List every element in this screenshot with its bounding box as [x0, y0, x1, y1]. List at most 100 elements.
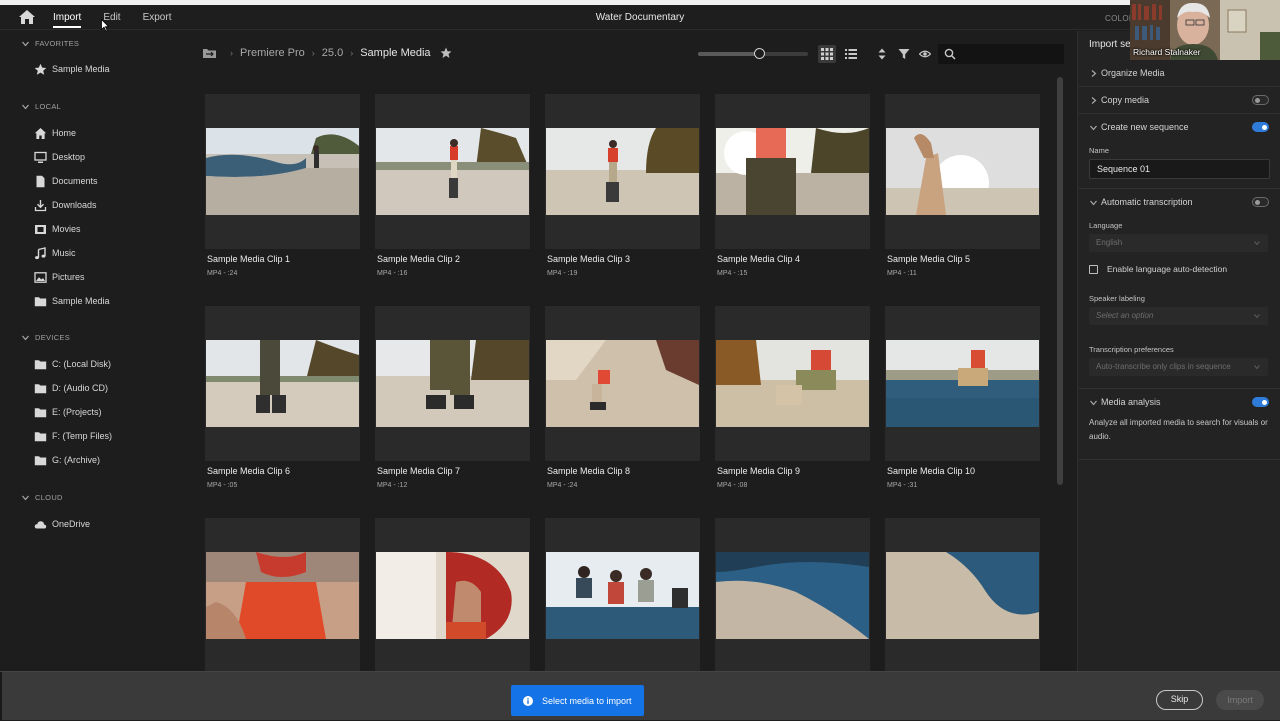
- clip-card[interactable]: [375, 94, 530, 249]
- clip-thumbnail: [206, 340, 359, 427]
- slider-fill: [698, 52, 759, 56]
- clip-card[interactable]: [885, 518, 1040, 671]
- sidebar-item-local-2[interactable]: Documents: [34, 172, 98, 190]
- grid-scrollbar[interactable]: [1057, 77, 1063, 485]
- image-icon: [34, 271, 47, 283]
- clip-thumbnail: [376, 552, 529, 639]
- clip-name: Sample Media Clip 9: [717, 466, 801, 476]
- folder-icon: [34, 455, 47, 465]
- copy-media-toggle[interactable]: [1252, 95, 1269, 105]
- breadcrumb-item[interactable]: 25.0: [322, 47, 343, 59]
- sidebar-item-devices-2[interactable]: E: (Projects): [34, 403, 102, 421]
- star-icon: [34, 63, 47, 75]
- organize-media-row[interactable]: Organize Media: [1078, 61, 1280, 87]
- sidebar-item-local-0[interactable]: Home: [34, 124, 76, 142]
- section-label: DEVICES: [35, 333, 71, 342]
- clip-card[interactable]: [545, 94, 700, 249]
- filter-icon[interactable]: [895, 45, 913, 63]
- sort-icon[interactable]: [873, 45, 891, 63]
- clip-card[interactable]: [715, 94, 870, 249]
- search-input[interactable]: [960, 46, 1060, 62]
- clip-card[interactable]: [375, 518, 530, 671]
- clip-card[interactable]: [205, 94, 360, 249]
- chevron-right-icon: [1091, 97, 1097, 104]
- clip-meta: MP4 - :12: [377, 482, 408, 489]
- breadcrumb-current: Sample Media: [360, 47, 431, 59]
- auto-transcription-toggle[interactable]: [1252, 197, 1269, 207]
- section-label: LOCAL: [35, 102, 62, 111]
- auto-detect-checkbox[interactable]: Enable language auto-detection: [1089, 264, 1227, 274]
- sidebar-item-favorites-0[interactable]: Sample Media: [34, 60, 110, 78]
- devices-header[interactable]: DEVICES: [22, 333, 70, 342]
- clip-card[interactable]: [885, 94, 1040, 249]
- folder-icon[interactable]: [202, 47, 217, 59]
- sidebar-item-local-7[interactable]: Sample Media: [34, 292, 110, 310]
- sidebar-item-label: D: (Audio CD): [52, 383, 109, 393]
- chevron-down-icon[interactable]: [22, 103, 29, 110]
- chevron-down-icon[interactable]: [1090, 199, 1097, 206]
- clip-name: Sample Media Clip 5: [887, 254, 971, 264]
- favorites-header[interactable]: FAVORITES: [22, 39, 79, 48]
- clip-name: Sample Media Clip 6: [207, 466, 291, 476]
- thumbnail-size-slider[interactable]: [698, 48, 808, 59]
- home-icon[interactable]: [18, 9, 36, 25]
- chevron-right-icon: ›: [311, 48, 315, 58]
- sidebar-item-devices-3[interactable]: F: (Temp Files): [34, 427, 112, 445]
- sidebar-item-local-4[interactable]: Movies: [34, 220, 81, 238]
- clip-card[interactable]: [545, 306, 700, 461]
- import-button[interactable]: Import: [1216, 690, 1264, 710]
- clip-card[interactable]: [375, 306, 530, 461]
- clip-meta: MP4 - :11: [887, 270, 917, 277]
- sidebar-item-local-5[interactable]: Music: [34, 244, 76, 262]
- auto-detect-label: Enable language auto-detection: [1107, 264, 1228, 274]
- breadcrumb-item[interactable]: Premiere Pro: [240, 47, 305, 59]
- sidebar-item-cloud-0[interactable]: OneDrive: [34, 515, 90, 533]
- monitor-icon: [34, 151, 47, 163]
- sidebar-item-local-3[interactable]: Downloads: [34, 196, 97, 214]
- cloud-header[interactable]: CLOUD: [22, 493, 63, 502]
- media-browser: › Premiere Pro › 25.0 › Sample Media Sam…: [188, 31, 1076, 671]
- chevron-down-icon[interactable]: [22, 40, 29, 47]
- folder-icon: [34, 431, 47, 441]
- clip-card[interactable]: [885, 306, 1040, 461]
- clip-card[interactable]: [715, 518, 870, 671]
- skip-button[interactable]: Skip: [1156, 690, 1203, 710]
- clip-thumbnail: [206, 128, 359, 215]
- sidebar-item-local-6[interactable]: Pictures: [34, 268, 85, 286]
- speaker-labeling-select[interactable]: Select an option: [1089, 307, 1268, 325]
- chevron-down-icon[interactable]: [1090, 124, 1097, 131]
- create-sequence-toggle[interactable]: [1252, 122, 1269, 132]
- clip-thumbnail: [886, 128, 1039, 215]
- transcription-prefs-select[interactable]: Auto-transcribe only clips in sequence: [1089, 358, 1268, 376]
- clip-card[interactable]: [205, 306, 360, 461]
- clip-card[interactable]: [205, 518, 360, 671]
- chevron-down-icon[interactable]: [22, 494, 29, 501]
- star-icon[interactable]: [440, 47, 452, 59]
- checkbox-box[interactable]: [1089, 264, 1098, 274]
- search-field[interactable]: [938, 44, 1064, 64]
- list-view-icon[interactable]: [842, 45, 860, 63]
- clip-thumbnail: [886, 552, 1039, 639]
- music-note-icon: [35, 246, 46, 259]
- sidebar-item-devices-4[interactable]: G: (Archive): [34, 451, 100, 469]
- chevron-down-icon[interactable]: [22, 334, 29, 341]
- chevron-down-icon[interactable]: [1090, 399, 1097, 406]
- language-select[interactable]: English: [1089, 234, 1268, 252]
- eye-icon[interactable]: [916, 45, 934, 63]
- tab-export[interactable]: Export: [143, 5, 172, 30]
- sequence-name-field[interactable]: Sequence 01: [1089, 159, 1270, 179]
- footer-bar: Select media to import Skip Import: [0, 671, 1280, 721]
- media-analysis-toggle[interactable]: [1252, 397, 1269, 407]
- folder-icon: [34, 383, 47, 393]
- clip-card[interactable]: [545, 518, 700, 671]
- local-header[interactable]: LOCAL: [22, 102, 61, 111]
- clip-card[interactable]: [715, 306, 870, 461]
- clip-meta: MP4 - :31: [887, 482, 918, 489]
- sidebar-item-devices-0[interactable]: C: (Local Disk): [34, 355, 111, 373]
- copy-media-row[interactable]: Copy media: [1078, 88, 1280, 114]
- sidebar-item-devices-1[interactable]: D: (Audio CD): [34, 379, 108, 397]
- grid-view-icon[interactable]: [818, 45, 836, 63]
- tab-import[interactable]: Import: [53, 5, 82, 30]
- sidebar-item-local-1[interactable]: Desktop: [34, 148, 85, 166]
- slider-thumb[interactable]: [753, 48, 765, 59]
